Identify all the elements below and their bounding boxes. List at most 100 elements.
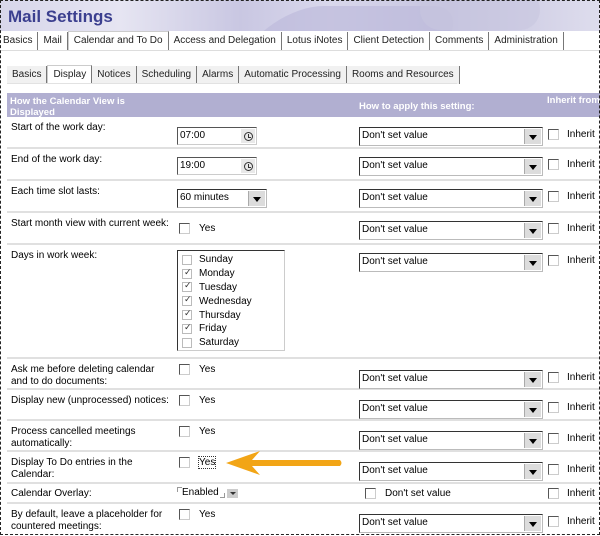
day-option-saturday[interactable]: Saturday	[182, 336, 280, 350]
apply-select[interactable]: Don't set value	[359, 253, 543, 272]
inherit-checkbox[interactable]	[548, 516, 559, 527]
tab-calendar-and-todo[interactable]: Calendar and To Do	[67, 31, 169, 50]
chevron-down-icon[interactable]	[524, 129, 541, 144]
subtab-notices[interactable]: Notices	[92, 66, 137, 84]
chevron-down-icon[interactable]	[248, 191, 265, 206]
inherit-toggle[interactable]: Inherit	[548, 516, 595, 527]
day-option-thursday[interactable]: Thursday	[182, 308, 280, 322]
end-time-field[interactable]: 19:00	[177, 157, 257, 175]
apply-select[interactable]: Don't set value	[359, 370, 543, 389]
subtab-rooms-and-resources[interactable]: Rooms and Resources	[346, 66, 460, 84]
inherit-checkbox[interactable]	[548, 372, 559, 383]
inherit-toggle[interactable]: Inherit	[548, 464, 595, 475]
day-option-friday[interactable]: Friday	[182, 322, 280, 336]
day-option-sunday[interactable]: Sunday	[182, 253, 280, 267]
new-notices-toggle[interactable]: Yes	[179, 395, 215, 406]
inherit-checkbox[interactable]	[548, 129, 559, 140]
inherit-checkbox[interactable]	[548, 159, 559, 170]
inherit-checkbox[interactable]	[548, 191, 559, 202]
day-option-wednesday[interactable]: Wednesday	[182, 294, 280, 308]
chevron-down-icon[interactable]	[524, 159, 541, 174]
day-checkbox[interactable]	[182, 254, 192, 265]
subtab-alarms[interactable]: Alarms	[197, 66, 240, 84]
inherit-toggle[interactable]: Inherit	[548, 402, 595, 413]
clock-icon[interactable]	[241, 159, 255, 173]
sub-tabs: Basics Display Notices Scheduling Alarms…	[7, 63, 460, 84]
time-value: 07:00	[180, 130, 206, 141]
inherit-toggle[interactable]: Inherit	[548, 433, 595, 444]
day-option-tuesday[interactable]: Tuesday	[182, 280, 280, 295]
chevron-down-icon[interactable]	[524, 223, 541, 238]
row-time-slot: Each time slot lasts: 60 minutes Don't s…	[7, 181, 600, 213]
inherit-checkbox[interactable]	[548, 433, 559, 444]
inherit-checkbox[interactable]	[548, 488, 559, 499]
yes-checkbox[interactable]	[179, 395, 190, 406]
main-tabs: Basics Mail Calendar and To Do Access an…	[0, 31, 600, 51]
tab-mail[interactable]: Mail	[38, 32, 68, 50]
tab-access-and-delegation[interactable]: Access and Delegation	[168, 32, 282, 50]
yes-checkbox[interactable]	[179, 457, 190, 468]
day-checkbox[interactable]	[182, 322, 192, 334]
day-checkbox[interactable]	[182, 280, 192, 293]
subtab-basics[interactable]: Basics	[7, 66, 48, 84]
tab-administration[interactable]: Administration	[489, 32, 564, 50]
apply-select[interactable]: Don't set value	[359, 189, 543, 208]
chevron-down-icon[interactable]	[524, 402, 541, 417]
yes-checkbox[interactable]	[179, 223, 190, 234]
apply-select[interactable]: Don't set value	[359, 221, 543, 240]
chevron-down-icon[interactable]	[524, 191, 541, 206]
tab-basics[interactable]: Basics	[0, 32, 39, 50]
subtab-display[interactable]: Display	[47, 65, 93, 84]
ask-delete-toggle[interactable]: Yes	[179, 364, 215, 375]
day-checkbox[interactable]	[182, 308, 192, 321]
month-view-toggle[interactable]: Yes	[179, 223, 215, 234]
day-checkbox[interactable]	[182, 337, 192, 348]
overlay-apply-toggle[interactable]: Don't set value	[365, 488, 451, 499]
yes-checkbox[interactable]	[179, 364, 190, 375]
chevron-down-icon[interactable]	[226, 489, 238, 498]
inherit-checkbox[interactable]	[548, 464, 559, 475]
inherit-checkbox[interactable]	[548, 255, 559, 266]
apply-select[interactable]: Don't set value	[359, 400, 543, 419]
work-week-list[interactable]: Sunday MondayTuesday Wednesday Thursday Frid…	[177, 250, 285, 351]
apply-select[interactable]: Don't set value	[359, 157, 543, 176]
chevron-down-icon[interactable]	[524, 516, 541, 531]
subtab-scheduling[interactable]: Scheduling	[136, 66, 198, 84]
apply-select[interactable]: Don't set value	[359, 514, 543, 533]
inherit-toggle[interactable]: Inherit	[548, 191, 595, 202]
yes-checkbox[interactable]	[179, 426, 190, 437]
day-option-monday[interactable]: Monday	[182, 267, 280, 281]
apply-select[interactable]: Don't set value	[359, 462, 543, 481]
yes-checkbox[interactable]	[179, 509, 190, 520]
chevron-down-icon[interactable]	[524, 255, 541, 270]
inherit-checkbox[interactable]	[548, 223, 559, 234]
apply-select[interactable]: Don't set value	[359, 127, 543, 146]
apply-select[interactable]: Don't set value	[359, 431, 543, 450]
inherit-toggle[interactable]: Inherit	[548, 129, 595, 140]
inherit-toggle[interactable]: Inherit	[548, 488, 595, 499]
column-header-inherit: Inherit from parent policy	[547, 95, 600, 106]
tab-comments[interactable]: Comments	[430, 32, 490, 50]
row-process-cancelled: Process cancelled meetings automatically…	[7, 421, 600, 452]
day-checkbox[interactable]	[182, 294, 192, 307]
inherit-toggle[interactable]: Inherit	[548, 159, 595, 170]
inherit-toggle[interactable]: Inherit	[548, 255, 595, 266]
tab-lotus-inotes[interactable]: Lotus iNotes	[281, 32, 349, 50]
placeholder-toggle[interactable]: Yes	[179, 509, 215, 520]
calendar-overlay-select[interactable]: Enabled	[177, 487, 238, 498]
chevron-down-icon[interactable]	[524, 433, 541, 448]
time-slot-select[interactable]: 60 minutes	[177, 189, 267, 208]
dont-set-value-checkbox[interactable]	[365, 488, 376, 499]
inherit-toggle[interactable]: Inherit	[548, 223, 595, 234]
tab-client-detection[interactable]: Client Detection	[348, 32, 431, 50]
process-cancelled-toggle[interactable]: Yes	[179, 426, 215, 437]
start-time-field[interactable]: 07:00	[177, 127, 257, 145]
day-checkbox[interactable]	[182, 267, 192, 279]
inherit-toggle[interactable]: Inherit	[548, 372, 595, 383]
todo-in-calendar-toggle[interactable]: Yes	[179, 456, 217, 469]
chevron-down-icon[interactable]	[524, 464, 541, 479]
clock-icon[interactable]	[241, 129, 255, 143]
chevron-down-icon[interactable]	[524, 372, 541, 387]
inherit-checkbox[interactable]	[548, 402, 559, 413]
subtab-automatic-processing[interactable]: Automatic Processing	[239, 66, 347, 84]
